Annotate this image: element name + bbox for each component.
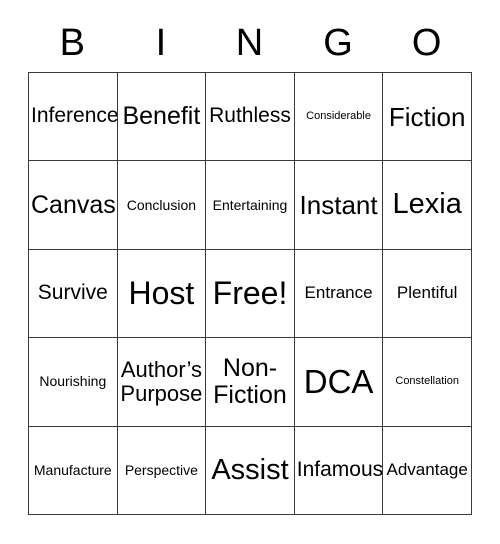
bingo-cell[interactable]: Canvas [29,161,118,250]
bingo-cell[interactable]: Inference [29,73,118,162]
bingo-cell-label: Assist [211,453,289,486]
bingo-cell[interactable]: Entrance [294,249,384,339]
bingo-cell-label: Entrance [304,283,373,303]
bingo-cell[interactable]: Advantage [383,426,472,515]
bingo-cell-label: Nourishing [39,373,107,390]
bingo-cell[interactable]: Nourishing [29,338,118,427]
bingo-cell-label: Manufacture [33,461,112,478]
bingo-cell[interactable]: Perspective [117,426,207,515]
bingo-cell-label: Conclusion [126,196,197,213]
bingo-cell[interactable]: Host [117,249,207,339]
bingo-cell-label: Instant [299,190,378,221]
bingo-cell[interactable]: Constellation [383,338,472,427]
bingo-header: B I N G O [28,14,471,72]
bingo-cell-label: Ruthless [209,104,291,128]
bingo-header-letter-n: N [235,22,264,64]
bingo-cell-label: Fiction [388,101,466,132]
bingo-header-letter-b: B [59,22,85,64]
bingo-row: Nourishing Author’s Purpose Non-Fiction … [29,338,472,427]
bingo-cell-free[interactable]: Free! [206,249,295,339]
bingo-cell-label: Plentiful [396,283,458,303]
bingo-cell[interactable]: Conclusion [117,161,207,250]
bingo-cell-label: DCA [303,363,374,401]
bingo-cell[interactable]: Benefit [117,73,207,162]
bingo-header-letter-i: I [155,22,167,64]
bingo-cell[interactable]: Considerable [294,73,384,162]
bingo-cell[interactable]: Plentiful [383,249,472,339]
bingo-grid: Inference Benefit Ruthless Considerable … [28,72,472,515]
bingo-cell[interactable]: Author’s Purpose [117,338,207,427]
bingo-row: Manufacture Perspective Assist Infamous … [29,426,472,515]
bingo-cell[interactable]: Fiction [383,73,472,162]
bingo-cell[interactable]: Survive [29,249,118,339]
bingo-cell[interactable]: Ruthless [206,73,295,162]
bingo-cell-label: Canvas [31,190,116,219]
bingo-cell-label: Host [128,275,195,312]
bingo-header-letter-o: O [411,22,442,64]
bingo-cell[interactable]: Assist [206,426,295,515]
bingo-card: B I N G O Inference Benefit Ruthless Con… [28,14,472,515]
bingo-cell-label: Benefit [122,102,201,131]
bingo-cell-label: Lexia [392,188,462,221]
bingo-cell[interactable]: Lexia [383,161,472,250]
bingo-cell-label: Free! [212,275,288,312]
bingo-cell-label: Considerable [306,109,371,122]
bingo-cell[interactable]: Infamous [294,426,384,515]
bingo-cell-label: Non-Fiction [213,353,287,409]
bingo-cell-label: Perspective [124,461,198,478]
bingo-cell[interactable]: Instant [294,161,384,250]
bingo-cell-label: Infamous [296,457,384,481]
bingo-cell[interactable]: Entertaining [206,161,295,250]
bingo-cell-label: Inference [31,104,118,128]
bingo-cell-label: Author’s Purpose [120,357,203,406]
bingo-header-letter-g: G [323,22,353,64]
bingo-cell[interactable]: DCA [294,338,384,427]
bingo-cell-label: Survive [37,281,108,305]
bingo-row: Survive Host Free! Entrance Plentiful [29,249,472,339]
bingo-row: Canvas Conclusion Entertaining Instant L… [29,161,472,250]
bingo-cell-label: Advantage [386,460,468,480]
bingo-row: Inference Benefit Ruthless Considerable … [29,73,472,162]
bingo-cell[interactable]: Manufacture [29,426,118,515]
bingo-cell-label: Entertaining [212,196,288,213]
bingo-cell-label: Constellation [395,374,459,387]
bingo-cell[interactable]: Non-Fiction [206,338,295,427]
